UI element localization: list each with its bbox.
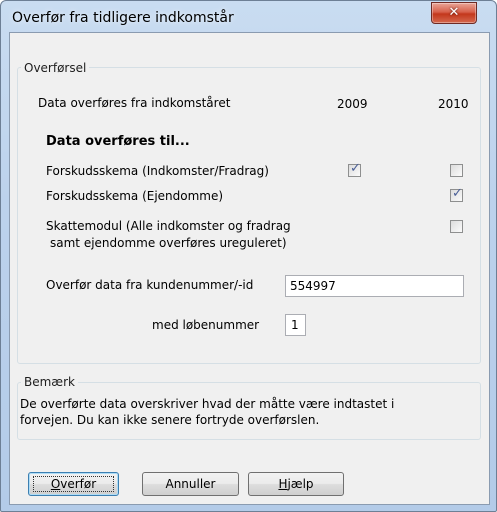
cancel-button[interactable]: Annuller xyxy=(142,472,239,496)
remark-line-2: forvejen. Du kan ikke senere fortryde ov… xyxy=(20,413,320,427)
row-properties-label: Forskudsskema (Ejendomme) xyxy=(46,189,224,203)
remark-line-1: De overførte data overskriver hvad der m… xyxy=(20,397,395,411)
checkbox-income-2009[interactable]: ✓ xyxy=(348,161,361,177)
check-mark-icon: ✓ xyxy=(452,186,463,201)
row-income-deductions-label: Forskudsskema (Indkomster/Fradrag) xyxy=(46,164,269,178)
row-tax-module-label-line2: samt ejendomme overføres ureguleret) xyxy=(50,236,287,250)
checkbox-tax-module-2010[interactable]: ✓ xyxy=(450,220,463,233)
row-tax-module-label-line1: Skattemodul (Alle indkomster og fradrag xyxy=(46,219,291,233)
window-title: Overfør fra tidligere indkomstår xyxy=(12,10,234,26)
year-2010-header: 2010 xyxy=(438,97,469,111)
remark-group-legend: Bemærk xyxy=(21,375,78,389)
close-icon: ✕ xyxy=(448,5,460,20)
dialog-body: Overførsel Data overføres fra indkomstår… xyxy=(9,32,490,505)
dialog-window: Overfør fra tidligere indkomstår ✕ Overf… xyxy=(0,0,497,512)
transfer-button[interactable]: Overfør xyxy=(28,472,119,496)
transfer-group-legend: Overførsel xyxy=(21,61,90,75)
help-button[interactable]: Hjælp xyxy=(248,472,344,496)
close-button[interactable]: ✕ xyxy=(431,2,477,24)
checkbox-income-2010[interactable]: ✓ xyxy=(450,164,463,177)
from-year-label: Data overføres fra indkomståret xyxy=(38,96,231,110)
check-mark-icon: ✓ xyxy=(350,161,361,176)
serial-number-input[interactable]: 1 xyxy=(285,314,306,336)
customer-number-input[interactable]: 554997 xyxy=(285,275,464,297)
serial-number-label: med løbenummer xyxy=(152,318,260,332)
year-2009-header: 2009 xyxy=(337,97,368,111)
title-bar[interactable]: Overfør fra tidligere indkomstår ✕ xyxy=(1,1,496,33)
checkbox-properties-2010[interactable]: ✓ xyxy=(450,186,463,202)
help-button-label: jælp xyxy=(287,477,314,491)
remark-text: De overførte data overskriver hvad der m… xyxy=(20,396,460,428)
transfer-to-heading: Data overføres til... xyxy=(46,134,190,149)
customer-number-label: Overfør data fra kundenummer/-id xyxy=(46,278,254,292)
focus-rectangle xyxy=(33,476,114,492)
